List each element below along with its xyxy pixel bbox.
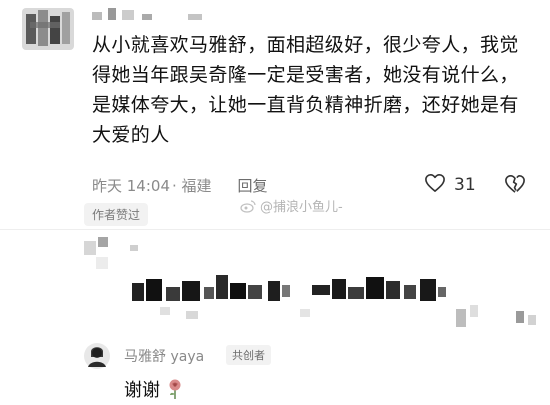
comment-time: 昨天 14:04 bbox=[92, 176, 170, 195]
replier-avatar[interactable] bbox=[84, 343, 110, 369]
reply-message: 谢谢 bbox=[124, 380, 160, 401]
rose-icon bbox=[166, 378, 184, 400]
replier-name[interactable]: 马雅舒 yaya bbox=[124, 346, 204, 366]
watermark: @捕浪小鱼儿- bbox=[240, 196, 343, 215]
like-button[interactable]: 31 bbox=[424, 172, 476, 198]
watermark-text: @捕浪小鱼儿- bbox=[260, 200, 343, 215]
comment-text: 从小就喜欢马雅舒，面相超级好，很少夸人，我觉得她当年跟吴奇隆一定是受害者，她没有… bbox=[92, 34, 519, 146]
broken-heart-icon[interactable] bbox=[504, 174, 526, 196]
cocreator-badge: 共创者 bbox=[226, 345, 271, 365]
like-count: 31 bbox=[454, 175, 476, 195]
reply-button[interactable]: 回复 bbox=[238, 175, 268, 196]
weibo-icon bbox=[240, 199, 256, 213]
heart-outline-icon bbox=[424, 173, 446, 198]
comment-location: · 福建 bbox=[172, 176, 212, 195]
divider bbox=[0, 229, 550, 230]
commenter-avatar[interactable] bbox=[22, 6, 74, 50]
author-liked-badge: 作者赞过 bbox=[84, 203, 149, 226]
reply-text: 谢谢 bbox=[124, 376, 184, 402]
commenter-name-blurred bbox=[92, 6, 242, 22]
blurred-reply bbox=[0, 235, 550, 335]
comment-meta: 昨天 14:04 · 福建 回复 bbox=[92, 174, 268, 196]
